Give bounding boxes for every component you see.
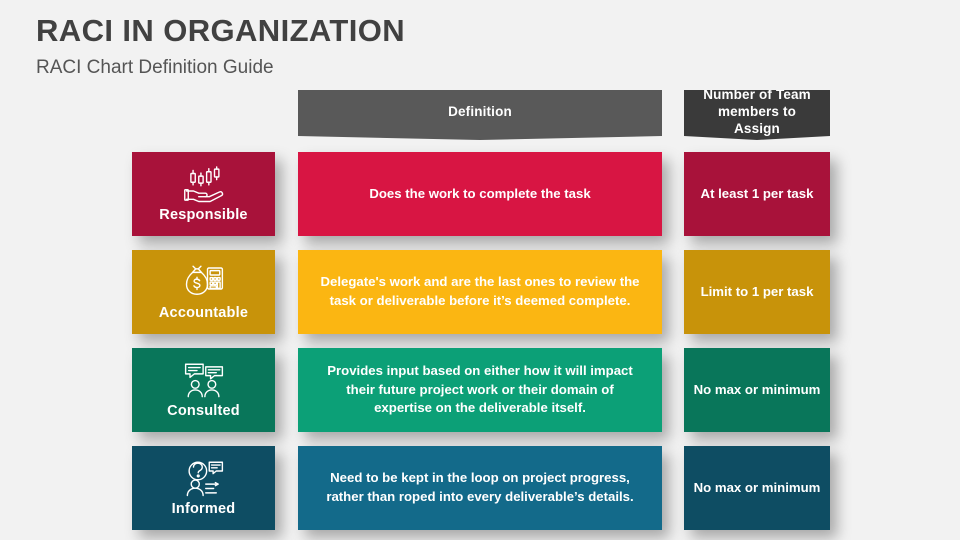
column-header-definition-label: Definition (448, 103, 512, 119)
raci-label-responsible[interactable]: Responsible (132, 152, 275, 236)
raci-label-consulted-text: Consulted (167, 402, 240, 419)
raci-definition-informed: Need to be kept in the loop on project p… (298, 446, 662, 530)
raci-definition-responsible-text: Does the work to complete the task (369, 185, 591, 201)
slide-canvas: RACI IN ORGANIZATION RACI Chart Definiti… (0, 0, 960, 540)
money-bag-calculator-icon (183, 263, 225, 301)
page-title: RACI IN ORGANIZATION (36, 13, 406, 48)
raci-count-consulted-text: No max or minimum (693, 381, 821, 397)
raci-label-accountable[interactable]: Accountable (132, 250, 275, 334)
raci-definition-consulted-text: Provides input based on either how it wi… (327, 362, 633, 416)
raci-definition-informed-text: Need to be kept in the loop on project p… (326, 470, 634, 504)
page-subtitle: RACI Chart Definition Guide (36, 57, 274, 79)
title-block: RACI IN ORGANIZATION RACI Chart Definiti… (36, 13, 676, 79)
raci-label-informed[interactable]: Informed (132, 446, 275, 530)
raci-count-informed-text: No max or minimum (693, 479, 821, 495)
raci-label-consulted[interactable]: Consulted (132, 348, 275, 432)
column-header-definition: Definition (298, 90, 662, 140)
raci-definition-consulted: Provides input based on either how it wi… (298, 348, 662, 432)
two-people-speech-bubbles-icon (183, 361, 225, 399)
raci-label-responsible-text: Responsible (159, 206, 248, 223)
raci-label-accountable-text: Accountable (158, 304, 249, 321)
raci-count-responsible-text: At least 1 per task (700, 185, 814, 201)
hand-holding-chart-icon (183, 165, 225, 203)
raci-definition-responsible: Does the work to complete the task (298, 152, 662, 236)
raci-count-responsible: At least 1 per task (684, 152, 830, 236)
column-header-team-count-label: Number of Team members to Assign (703, 86, 811, 137)
raci-definition-accountable-text: Delegate's work and are the last ones to… (320, 274, 640, 308)
raci-count-consulted: No max or minimum (684, 348, 830, 432)
raci-count-accountable: Limit to 1 per task (684, 250, 830, 334)
person-message-icon (183, 459, 225, 497)
raci-definition-accountable: Delegate's work and are the last ones to… (298, 250, 662, 334)
column-header-team-count: Number of Team members to Assign (684, 90, 830, 140)
raci-count-informed: No max or minimum (684, 446, 830, 530)
raci-label-informed-text: Informed (171, 500, 236, 517)
raci-count-accountable-text: Limit to 1 per task (700, 283, 814, 299)
